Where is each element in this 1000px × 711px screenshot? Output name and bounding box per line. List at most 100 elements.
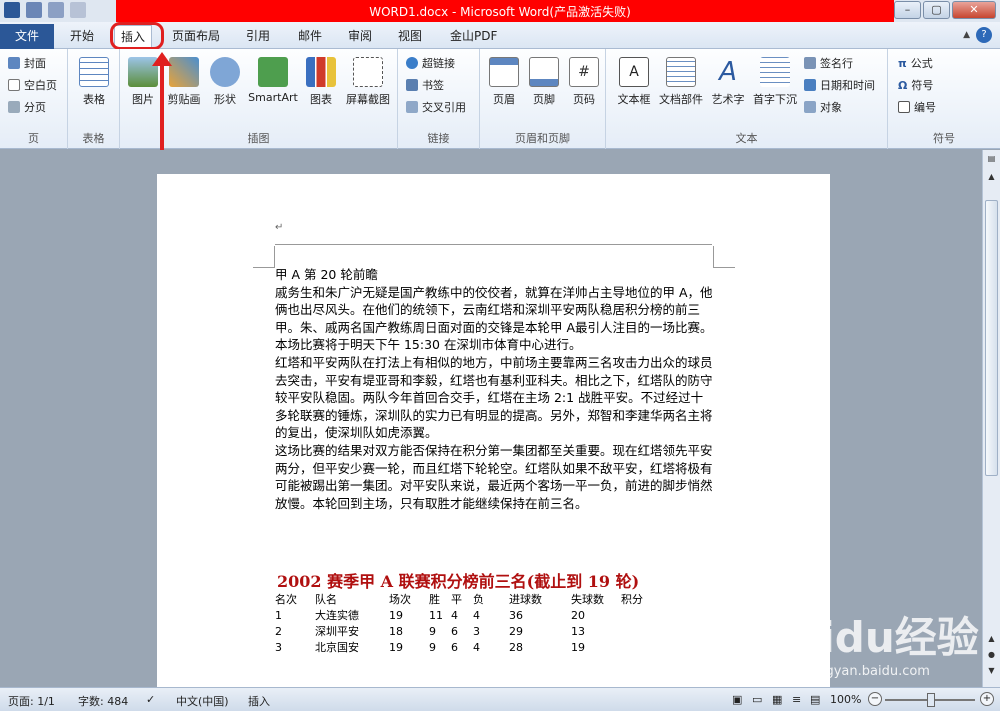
bookmark-button[interactable]: 书签 (406, 77, 444, 93)
group-tables: 表格 表格 (68, 49, 120, 149)
scroll-up-icon[interactable]: ▲ (985, 172, 998, 186)
object-button[interactable]: 对象 (804, 99, 842, 115)
signature-line-icon (804, 57, 816, 69)
doc-title: 甲 A 第 20 轮前瞻 (275, 267, 378, 282)
tab-file[interactable]: 文件 (0, 24, 54, 49)
paragraph-mark: ↵ (275, 222, 284, 233)
date-time-button[interactable]: 日期和时间 (804, 77, 875, 93)
tab-references[interactable]: 引用 (246, 27, 270, 44)
language-indicator[interactable]: 中文(中国) (176, 693, 229, 709)
tab-kingsoft-pdf[interactable]: 金山PDF (450, 27, 497, 44)
maximize-button[interactable]: ▢ (923, 1, 950, 19)
header-button[interactable]: 页眉 (486, 57, 522, 107)
page-count[interactable]: 页面: 1/1 (8, 693, 55, 709)
ribbon-collapse-icon[interactable]: ▲ (963, 30, 970, 40)
page-number-button[interactable]: # 页码 (566, 57, 602, 107)
previous-page-icon[interactable]: ▲ (985, 634, 998, 648)
document-body[interactable]: 甲 A 第 20 轮前瞻 戚务生和朱广沪无疑是国产教练中的佼佼者，就算在洋帅占主… (275, 266, 715, 512)
tab-home[interactable]: 开始 (70, 27, 94, 44)
standings-table: 名次 队名 场次 胜 平 负 进球数 失球数 积分 1 大连实德 19 11 4… (275, 592, 661, 656)
zoom-in-button[interactable]: + (980, 692, 994, 706)
screenshot-button[interactable]: 屏幕截图 (342, 57, 394, 107)
annotation-circle (110, 22, 164, 50)
ruler-toggle-icon[interactable]: ▤ (985, 154, 998, 168)
tab-mailings[interactable]: 邮件 (298, 27, 322, 44)
page-number-icon: # (569, 57, 599, 87)
group-links: 超链接 书签 交叉引用 链接 (398, 49, 480, 149)
textbox-icon: A (619, 57, 649, 87)
insert-mode-indicator[interactable]: 插入 (248, 693, 270, 709)
document-page[interactable]: ↵ 甲 A 第 20 轮前瞻 戚务生和朱广沪无疑是国产教练中的佼佼者，就算在洋帅… (157, 174, 830, 694)
help-icon[interactable]: ? (976, 27, 992, 43)
footer-button[interactable]: 页脚 (526, 57, 562, 107)
wordart-icon: A (719, 57, 737, 87)
tab-view[interactable]: 视图 (398, 27, 422, 44)
header-icon (489, 57, 519, 87)
pi-icon: π (898, 56, 907, 70)
title-bar: WORD1.docx - Microsoft Word(产品激活失败) – ▢ … (0, 0, 1000, 22)
page-break-button[interactable]: 分页 (8, 99, 46, 115)
scroll-thumb[interactable] (985, 200, 998, 476)
date-time-icon (804, 79, 816, 91)
doc-paragraph-2: 红塔和平安两队在打法上有相似的地方，中前场主要靠两三名攻击力出众的球员去突击，平… (275, 354, 713, 441)
chart-icon (306, 57, 336, 87)
blank-page-button[interactable]: 空白页 (8, 77, 57, 93)
proofing-icon[interactable]: ✓ (146, 693, 155, 706)
numbering-icon (898, 101, 910, 113)
group-text: A 文本框 文档部件 A 艺术字 首字下沉 签名行 日期和时间 对象 文本 (606, 49, 888, 149)
chart-button[interactable]: 图表 (304, 57, 338, 107)
equation-button[interactable]: π 公式 (898, 55, 933, 71)
cover-page-button[interactable]: 封面 (8, 55, 46, 71)
vertical-scrollbar[interactable]: ▤ ▲ ▲ ● ▼ (982, 150, 1000, 687)
textbox-button[interactable]: A 文本框 (614, 57, 654, 107)
status-bar: 页面: 1/1 字数: 484 ✓ 中文(中国) 插入 ▣ ▭ ▦ ≡ ▤ 10… (0, 687, 1000, 711)
close-button[interactable]: ✕ (952, 1, 996, 19)
quick-parts-icon (666, 57, 696, 87)
smartart-icon (258, 57, 288, 87)
numbering-button[interactable]: 编号 (898, 99, 936, 115)
shapes-button[interactable]: 形状 (208, 57, 242, 107)
cross-reference-icon (406, 101, 418, 113)
full-screen-view-icon[interactable]: ▭ (752, 693, 762, 706)
zoom-level[interactable]: 100% (830, 693, 861, 706)
tab-review[interactable]: 审阅 (348, 27, 372, 44)
draft-view-icon[interactable]: ▤ (810, 693, 820, 706)
header-line (275, 244, 712, 245)
drop-cap-button[interactable]: 首字下沉 (750, 57, 800, 107)
tab-page-layout[interactable]: 页面布局 (172, 27, 220, 44)
group-header-footer: 页眉 页脚 # 页码 页眉和页脚 (480, 49, 606, 149)
shapes-icon (210, 57, 240, 87)
quick-parts-button[interactable]: 文档部件 (656, 57, 706, 107)
next-page-icon[interactable]: ▼ (985, 666, 998, 680)
wordart-button[interactable]: A 艺术字 (708, 57, 748, 107)
baidu-watermark-url: jingyan.baidu.com (810, 664, 930, 679)
zoom-out-button[interactable]: − (868, 692, 882, 706)
window-controls: – ▢ ✕ (894, 1, 996, 19)
table-button[interactable]: 表格 (76, 57, 112, 107)
baidu-watermark: Baidu经验 (760, 613, 979, 662)
smartart-button[interactable]: SmartArt (244, 57, 302, 104)
hyperlink-button[interactable]: 超链接 (406, 55, 455, 71)
signature-line-button[interactable]: 签名行 (804, 55, 853, 71)
web-layout-view-icon[interactable]: ▦ (772, 693, 782, 706)
doc-paragraph-1: 戚务生和朱广沪无疑是国产教练中的佼佼者，就算在洋帅占主导地位的甲 A，他俩也出尽… (275, 284, 713, 353)
print-layout-view-icon[interactable]: ▣ (732, 693, 742, 706)
table-icon (79, 57, 109, 87)
cross-reference-button[interactable]: 交叉引用 (406, 99, 466, 115)
cover-page-icon (8, 57, 20, 69)
word-count[interactable]: 字数: 484 (78, 693, 128, 709)
group-symbols: π 公式 Ω 符号 编号 符号 (898, 55, 955, 145)
browse-object-icon[interactable]: ● (985, 650, 998, 664)
minimize-button[interactable]: – (894, 1, 921, 19)
group-pages: 封面 空白页 分页 页 (0, 49, 68, 149)
symbol-button[interactable]: Ω 符号 (898, 77, 933, 93)
drop-cap-icon (760, 57, 790, 87)
screenshot-icon (353, 57, 383, 87)
table-row: 3 北京国安 19 9 6 4 28 19 (275, 641, 585, 654)
outline-view-icon[interactable]: ≡ (792, 693, 801, 706)
omega-icon: Ω (898, 78, 908, 92)
footer-icon (529, 57, 559, 87)
zoom-slider-thumb[interactable] (927, 693, 935, 707)
margin-corner-right (713, 246, 735, 268)
blank-page-icon (8, 79, 20, 91)
